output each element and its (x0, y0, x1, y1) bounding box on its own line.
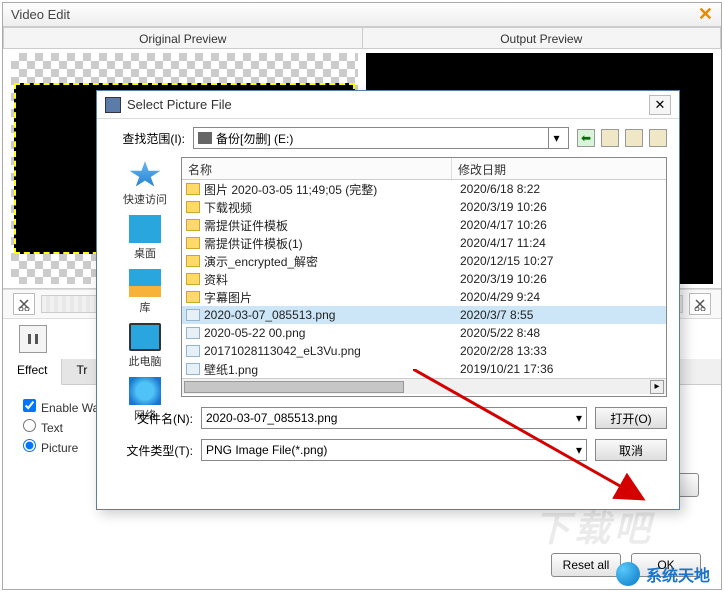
file-name: 2020-03-07_085513.png (204, 308, 460, 322)
window-title: Video Edit (11, 7, 70, 22)
file-row[interactable]: 图片 2020-03-05 11;49;05 (完整)2020/6/18 8:2… (182, 180, 666, 198)
cut-start-button[interactable] (13, 293, 35, 315)
file-icon (186, 345, 200, 357)
chevron-down-icon[interactable]: ▾ (576, 443, 582, 457)
file-row[interactable]: 壁纸1.png2019/10/21 17:36 (182, 360, 666, 378)
file-name: 壁纸1.png (204, 361, 460, 378)
horizontal-scrollbar[interactable]: ▸ (182, 378, 666, 394)
file-date: 2020/5/22 8:48 (460, 326, 662, 340)
filetype-label: 文件类型(T): (109, 442, 193, 459)
file-browser: 快速访问 桌面 库 此电脑 网络 名称 修改日期 图片 2020-03-05 1… (109, 157, 667, 397)
scrollbar-thumb[interactable] (184, 381, 404, 393)
place-library[interactable]: 库 (115, 269, 175, 315)
dialog-app-icon (105, 97, 121, 113)
filetype-dropdown[interactable]: PNG Image File(*.png)▾ (201, 439, 587, 461)
cut-end-button[interactable] (689, 293, 711, 315)
file-icon (186, 327, 200, 339)
file-row[interactable]: 字幕图片2020/4/29 9:24 (182, 288, 666, 306)
file-row[interactable]: 20171028113042_eL3Vu.png2020/2/28 13:33 (182, 342, 666, 360)
file-date: 2020/3/19 10:26 (460, 272, 662, 286)
drive-icon (198, 132, 212, 144)
close-icon[interactable]: ✕ (698, 4, 713, 25)
file-row[interactable]: 需提供证件模板2020/4/17 10:26 (182, 216, 666, 234)
up-folder-icon[interactable] (601, 129, 619, 147)
file-name: 字幕图片 (204, 289, 460, 306)
brand-text: 系统天地 (646, 562, 710, 586)
file-row[interactable]: 演示_encrypted_解密2020/12/15 10:27 (182, 252, 666, 270)
file-icon (186, 363, 200, 375)
file-name: 图片 2020-03-05 11;49;05 (完整) (204, 181, 460, 198)
folder-icon (186, 219, 200, 231)
file-name: 20171028113042_eL3Vu.png (204, 344, 460, 358)
file-date: 2020/3/19 10:26 (460, 200, 662, 214)
brand-logo: 系统天地 (616, 562, 710, 586)
file-date: 2020/6/18 8:22 (460, 182, 662, 196)
file-name: 演示_encrypted_解密 (204, 253, 460, 270)
file-row[interactable]: 2020-03-07_085513.png2020/3/7 8:55 (182, 306, 666, 324)
folder-icon (186, 237, 200, 249)
col-date[interactable]: 修改日期 (452, 158, 666, 179)
chevron-down-icon[interactable]: ▾ (576, 411, 582, 425)
place-this-pc[interactable]: 此电脑 (115, 323, 175, 369)
dialog-title: Select Picture File (127, 97, 649, 112)
file-name: 资料 (204, 271, 460, 288)
globe-icon (616, 562, 640, 586)
file-date: 2020/3/7 8:55 (460, 308, 662, 322)
file-date: 2020/4/17 11:24 (460, 236, 662, 250)
look-in-row: 查找范围(I): 备份[勿删] (E:) ▾ ⬅ (109, 127, 667, 149)
place-desktop[interactable]: 桌面 (115, 215, 175, 261)
file-name: 需提供证件模板(1) (204, 235, 460, 252)
folder-icon (186, 273, 200, 285)
chevron-down-icon[interactable]: ▾ (548, 128, 564, 148)
filetype-row: 文件类型(T): PNG Image File(*.png)▾ 取消 (109, 439, 667, 461)
file-date: 2020/4/29 9:24 (460, 290, 662, 304)
file-name: 下载视频 (204, 199, 460, 216)
folder-icon (186, 291, 200, 303)
dialog-title-bar: Select Picture File ✕ (97, 91, 679, 119)
places-bar: 快速访问 桌面 库 此电脑 网络 (109, 157, 181, 397)
file-list: 名称 修改日期 图片 2020-03-05 11;49;05 (完整)2020/… (181, 157, 667, 397)
folder-icon (186, 183, 200, 195)
cancel-button[interactable]: 取消 (595, 439, 667, 461)
file-date: 2020/12/15 10:27 (460, 254, 662, 268)
output-preview-header: Output Preview (362, 27, 722, 48)
dialog-toolbar: ⬅ (577, 129, 667, 147)
file-list-header: 名称 修改日期 (182, 158, 666, 180)
reset-all-button[interactable]: Reset all (551, 553, 621, 577)
select-picture-dialog: Select Picture File ✕ 查找范围(I): 备份[勿删] (E… (96, 90, 680, 510)
file-row[interactable]: 下载视频2020/3/19 10:26 (182, 198, 666, 216)
file-icon (186, 309, 200, 321)
original-preview-header: Original Preview (3, 27, 362, 48)
file-row[interactable]: 资料2020/3/19 10:26 (182, 270, 666, 288)
file-name: 需提供证件模板 (204, 217, 460, 234)
scroll-right-arrow[interactable]: ▸ (650, 380, 664, 394)
file-name: 2020-05-22 00.png (204, 326, 460, 340)
folder-icon (186, 201, 200, 213)
file-date: 2020/4/17 10:26 (460, 218, 662, 232)
open-button[interactable]: 打开(O) (595, 407, 667, 429)
filename-label: 文件名(N): (109, 410, 193, 427)
tab-effect[interactable]: Effect (3, 359, 62, 385)
file-row[interactable]: 2020-05-22 00.png2020/5/22 8:48 (182, 324, 666, 342)
file-row[interactable]: 需提供证件模板(1)2020/4/17 11:24 (182, 234, 666, 252)
filename-input[interactable]: 2020-03-07_085513.png▾ (201, 407, 587, 429)
look-in-label: 查找范围(I): (109, 130, 185, 147)
filename-row: 文件名(N): 2020-03-07_085513.png▾ 打开(O) (109, 407, 667, 429)
title-bar: Video Edit ✕ (3, 3, 721, 27)
file-date: 2019/10/21 17:36 (460, 362, 662, 376)
file-date: 2020/2/28 13:33 (460, 344, 662, 358)
look-in-dropdown[interactable]: 备份[勿删] (E:) ▾ (193, 127, 569, 149)
preview-headers: Original Preview Output Preview (3, 27, 721, 49)
back-icon[interactable]: ⬅ (577, 129, 595, 147)
dialog-close-button[interactable]: ✕ (649, 95, 671, 115)
place-quick-access[interactable]: 快速访问 (115, 161, 175, 207)
look-in-value: 备份[勿删] (E:) (216, 130, 293, 147)
folder-icon (186, 255, 200, 267)
play-pause-button[interactable] (19, 325, 47, 353)
col-name[interactable]: 名称 (182, 158, 452, 179)
new-folder-icon[interactable] (625, 129, 643, 147)
views-icon[interactable] (649, 129, 667, 147)
